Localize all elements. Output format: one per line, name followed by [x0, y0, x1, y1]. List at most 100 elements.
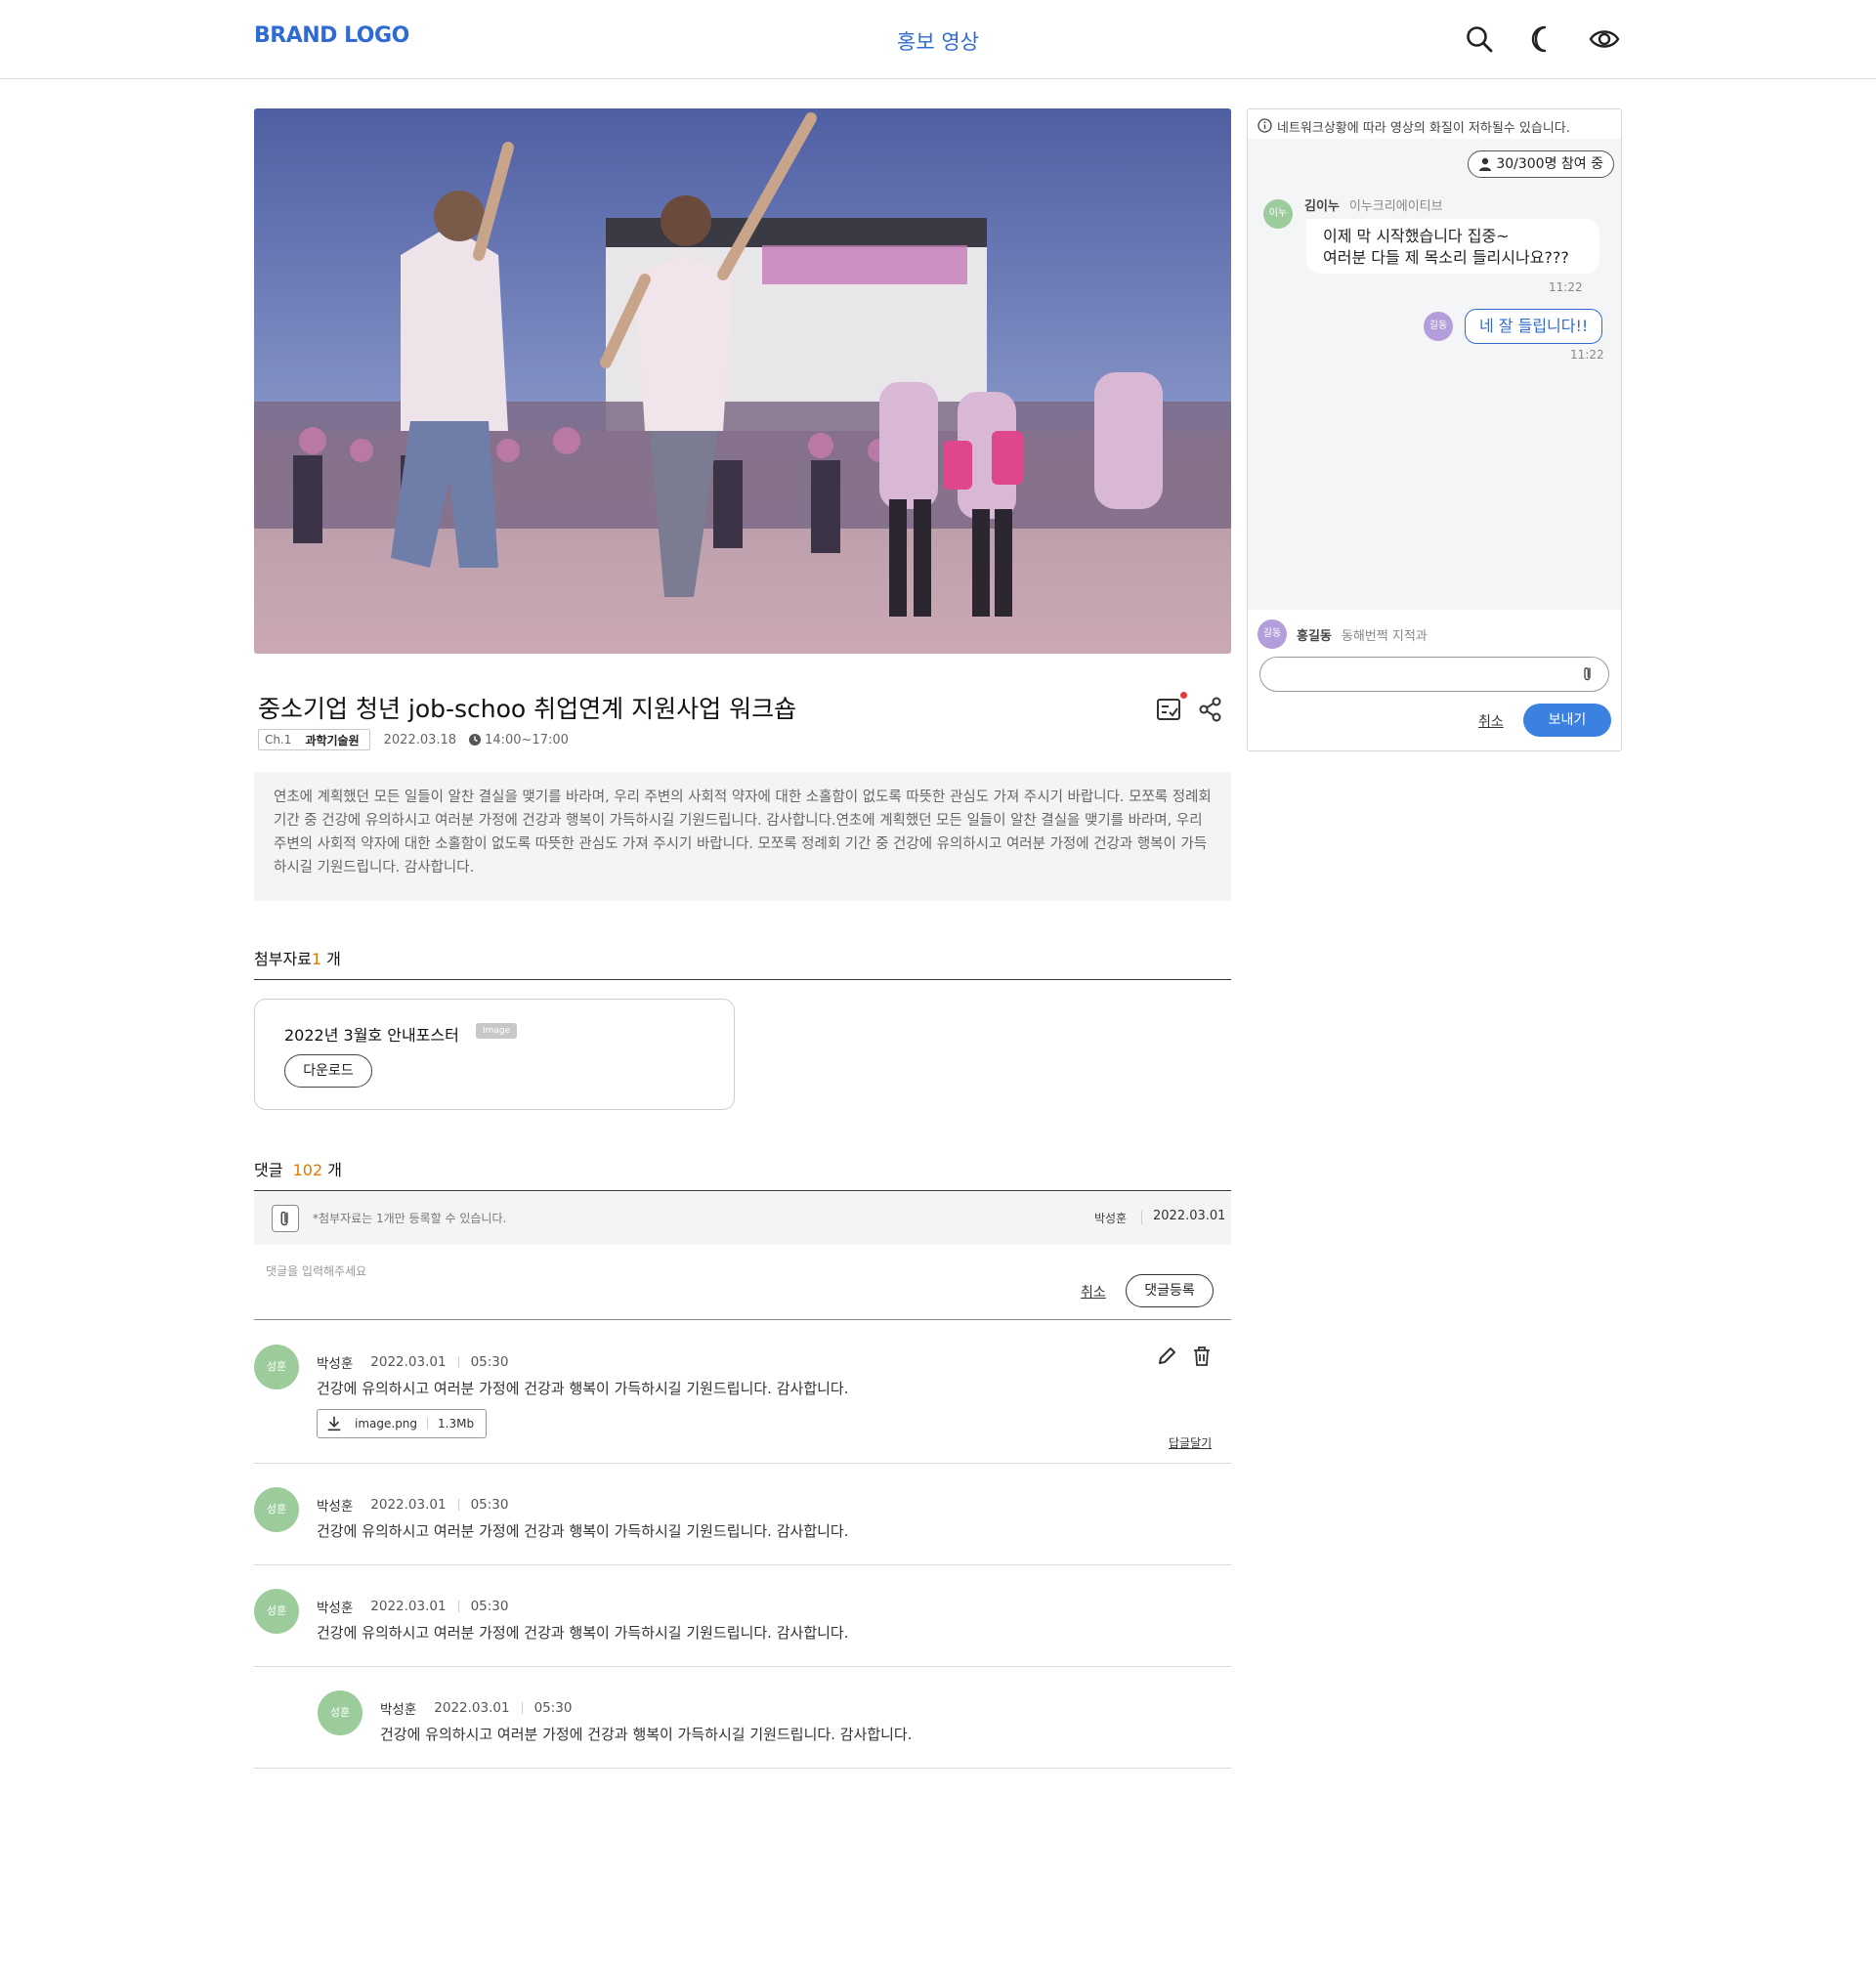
chat-me-name: 홍길동: [1297, 629, 1332, 644]
attachments-divider: [254, 979, 1231, 980]
comments-unit: 개: [322, 1161, 342, 1179]
comment-meta: 박성훈 2022.03.01 05:30: [317, 1597, 508, 1616]
live-chat-panel: 네트워크상황에 따라 영상의 화질이 저하될수 있습니다. 30/300명 참여…: [1247, 108, 1622, 751]
chat-me: 홍길동 동해번쩍 지적과: [1297, 625, 1428, 644]
attachment-name: 2022년 3월호 안내포스터: [284, 1026, 459, 1045]
reply-button[interactable]: 답글달기: [1169, 1434, 1212, 1451]
comment-date: 2022.03.01: [370, 1497, 447, 1513]
comment-time: 05:30: [470, 1497, 509, 1513]
attachments-unit: 개: [321, 950, 341, 968]
comments-divider: [254, 1190, 1231, 1191]
file-chip[interactable]: image.png 1.3Mb: [317, 1409, 488, 1438]
comment-date: 2022.03.01: [370, 1354, 447, 1370]
comment-date: 2022.03.01: [1153, 1209, 1226, 1223]
dark-mode-icon[interactable]: [1526, 23, 1557, 55]
comment-divider: [254, 1768, 1231, 1769]
attach-file-button[interactable]: [272, 1205, 299, 1232]
comment-author-name: 박성훈: [317, 1356, 354, 1372]
edit-icon[interactable]: [1155, 1345, 1178, 1368]
comment-author: 박성훈: [1094, 1212, 1128, 1225]
chat-sender-org: 이누크리에이티브: [1348, 199, 1443, 214]
checklist-icon[interactable]: [1155, 695, 1184, 724]
chat-time: 11:22: [1549, 280, 1583, 294]
comment-date: 2022.03.01: [370, 1599, 447, 1614]
chat-notice-text: 네트워크상황에 따라 영상의 화질이 저하될수 있습니다.: [1277, 121, 1570, 136]
comment-submit-button[interactable]: 댓글등록: [1126, 1274, 1214, 1307]
chat-my-message-bubble: 네 잘 들립니다!!: [1465, 309, 1603, 344]
comment-date: 2022.03.01: [434, 1700, 510, 1716]
chat-message-input[interactable]: [1259, 657, 1609, 692]
attachments-heading: 첨부자료1 개: [254, 946, 341, 969]
info-icon: [1258, 118, 1272, 133]
file-size: 1.3Mb: [438, 1417, 475, 1431]
avatar: 성훈: [254, 1589, 299, 1634]
notification-dot: [1180, 692, 1187, 699]
paperclip-icon[interactable]: [1578, 664, 1598, 684]
download-icon: [327, 1416, 341, 1431]
share-icon[interactable]: [1196, 695, 1225, 724]
category-label: 과학기술원: [305, 733, 360, 748]
chat-me-org: 동해번쩍 지적과: [1341, 629, 1428, 644]
chat-cancel-button[interactable]: 취소: [1478, 711, 1504, 731]
comment-text: 건강에 유의하시고 여러분 가정에 건강과 행복이 가득하시길 기원드립니다. …: [317, 1522, 849, 1540]
search-icon[interactable]: [1464, 23, 1495, 55]
comment-divider: [254, 1666, 1231, 1667]
post-date: 2022.03.18: [383, 732, 457, 748]
comment-text: 건강에 유의하시고 여러분 가정에 건강과 행복이 가득하시길 기원드립니다. …: [317, 1624, 849, 1642]
attachments-label: 첨부자료: [254, 950, 312, 968]
video-player[interactable]: [254, 108, 1231, 654]
separator: [1141, 1211, 1142, 1224]
attach-note: *첨부자료는 1개만 등록할 수 있습니다.: [313, 1212, 507, 1225]
video-thumbnail: [254, 108, 1231, 654]
send-button[interactable]: 보내기: [1523, 704, 1611, 737]
eye-icon[interactable]: [1589, 23, 1620, 55]
participant-count-badge: 30/300명 참여 중: [1468, 150, 1614, 178]
file-name: image.png: [355, 1417, 418, 1431]
comment-time: 05:30: [470, 1599, 509, 1614]
comment-author-name: 박성훈: [380, 1702, 417, 1718]
comment-text: 건강에 유의하시고 여러분 가정에 건강과 행복이 가득하시길 기원드립니다. …: [380, 1726, 913, 1743]
chat-time: 11:22: [1570, 348, 1604, 362]
chat-sender-name: 김이누: [1304, 199, 1340, 214]
comments-label: 댓글: [254, 1161, 283, 1179]
chat-sender: 김이누 이누크리에이티브: [1304, 195, 1443, 214]
chat-message-bubble: 이제 막 시작했습니다 집중~ 여러분 다들 제 목소리 들리시나요???: [1306, 219, 1599, 274]
chat-message-line: 여러분 다들 제 목소리 들리시나요???: [1323, 248, 1569, 267]
chat-compose: 길동 홍길동 동해번쩍 지적과 취소 보내기: [1248, 610, 1621, 750]
comments-count: 102: [292, 1161, 323, 1179]
comment-author-name: 박성훈: [317, 1499, 354, 1515]
avatar: 성훈: [254, 1487, 299, 1532]
avatar: 성훈: [254, 1345, 299, 1389]
avatar: 길동: [1258, 619, 1287, 649]
post-title: 중소기업 청년 job-schoo 취업연계 지원사업 워크숍: [258, 695, 797, 723]
comment-toolbar: *첨부자료는 1개만 등록할 수 있습니다. 박성훈 2022.03.01: [254, 1192, 1231, 1245]
comment-form-divider: [254, 1319, 1231, 1320]
channel-label: Ch.1: [265, 733, 292, 747]
comment-author-name: 박성훈: [317, 1601, 354, 1616]
post-description: 연초에 계획했던 모든 일들이 알찬 결실을 맺기를 바라며, 우리 주변의 사…: [254, 772, 1231, 901]
avatar: 이누: [1263, 199, 1293, 229]
chat-message-line: 이제 막 시작했습니다 집중~: [1323, 227, 1510, 245]
user-icon: [1479, 157, 1492, 171]
file-type-tag: Image: [476, 1023, 518, 1039]
comment-cancel-button[interactable]: 취소: [1081, 1282, 1106, 1302]
clock-icon: [469, 734, 482, 746]
avatar: 성훈: [318, 1690, 362, 1735]
attachment-card: 2022년 3월호 안내포스터 Image 다운로드: [254, 999, 735, 1110]
delete-icon[interactable]: [1190, 1345, 1214, 1368]
participant-count: 30/300명 참여 중: [1496, 156, 1603, 172]
comment-meta: 박성훈 2022.03.01 05:30: [317, 1495, 508, 1515]
comment-time: 05:30: [533, 1700, 573, 1716]
comments-heading: 댓글 102 개: [254, 1157, 342, 1180]
comment-time: 05:30: [470, 1354, 509, 1370]
top-header: BRAND LOGO 홍보 영상: [0, 0, 1876, 79]
download-button[interactable]: 다운로드: [284, 1054, 372, 1088]
chat-notice: 네트워크상황에 따라 영상의 화질이 저하될수 있습니다.: [1248, 109, 1621, 139]
post-meta: Ch.1 과학기술원 2022.03.18 14:00~17:00: [258, 729, 569, 750]
avatar: 길동: [1424, 312, 1453, 341]
comment-meta: 박성훈 2022.03.01 05:30: [380, 1698, 572, 1718]
post-time: 14:00~17:00: [485, 732, 569, 748]
comment-text: 건강에 유의하시고 여러분 가정에 건강과 행복이 가득하시길 기원드립니다. …: [317, 1380, 849, 1397]
comment-divider: [254, 1463, 1231, 1464]
attachments-count: 1: [311, 950, 322, 968]
